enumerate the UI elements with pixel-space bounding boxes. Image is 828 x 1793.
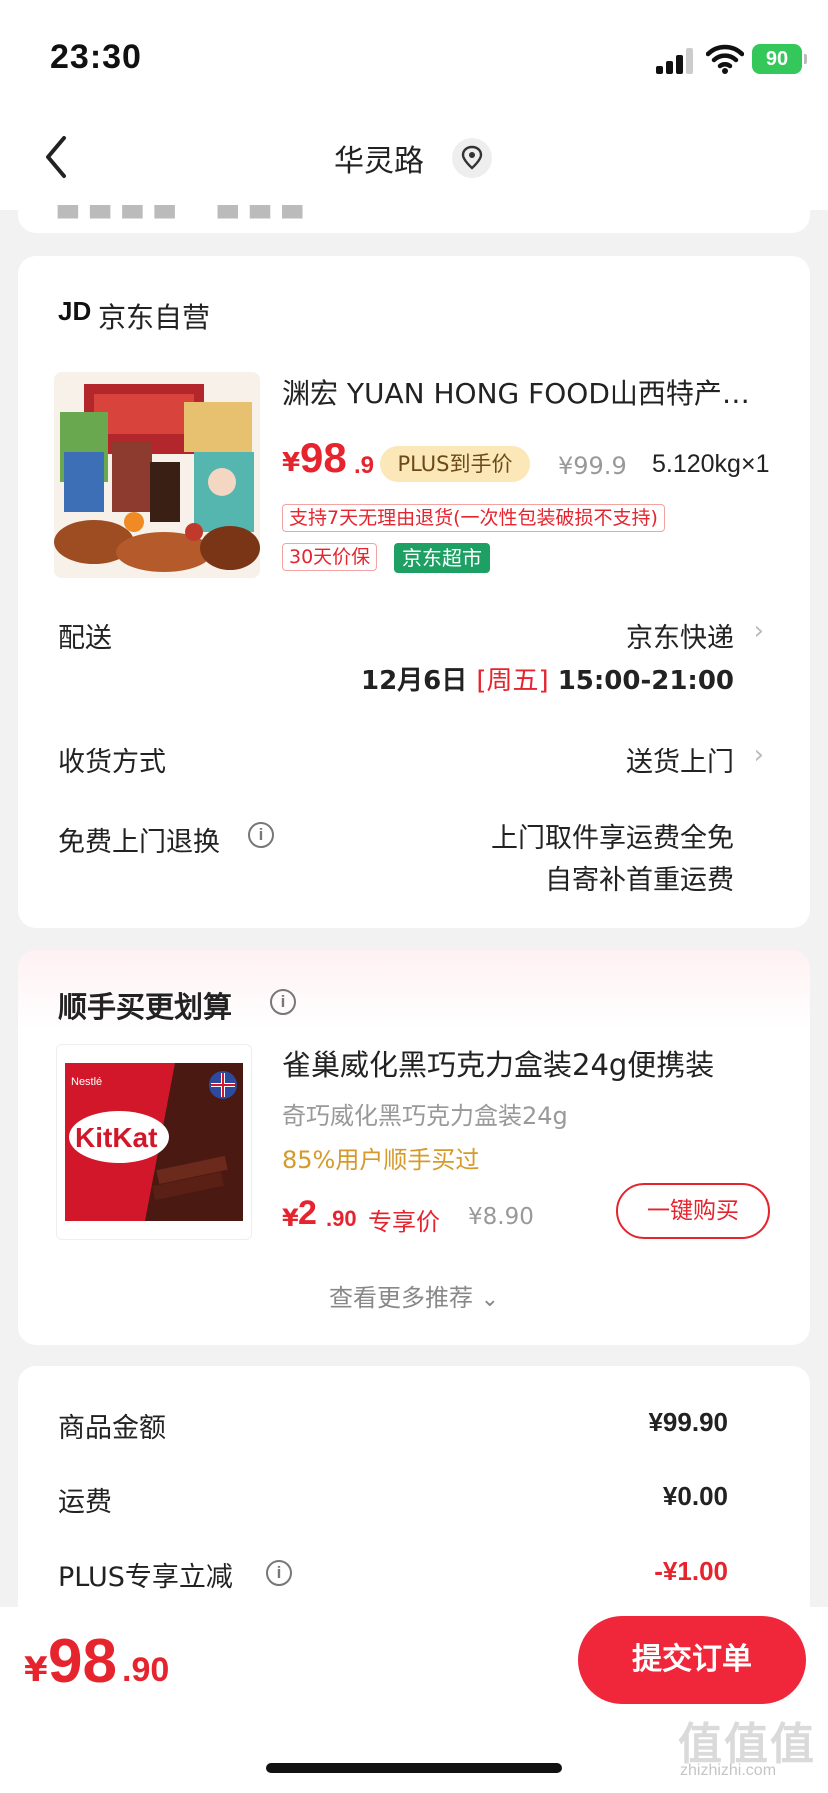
address-card-partial: █ █ █ █ █ █ █ [18, 205, 810, 233]
goods-amount-label: 商品金额 [58, 1413, 166, 1444]
shipping-fee-label: 运费 [58, 1487, 112, 1518]
wifi-icon [705, 44, 745, 74]
free-return-info-icon[interactable]: i [248, 822, 274, 848]
product-title[interactable]: 渊宏 YUAN HONG FOOD山西特产… [282, 372, 772, 412]
home-indicator[interactable] [266, 1763, 562, 1773]
price-protection-tag: 30天价保 [282, 543, 378, 571]
see-more-recommendations[interactable]: 查看更多推荐 ⌄ [0, 1278, 828, 1313]
total-decimal: .90 [122, 1651, 170, 1689]
product-image[interactable] [54, 372, 260, 578]
delivery-label: 配送 [58, 623, 112, 654]
return-policy-tag: 支持7天无理由退货(一次性包装破损不支持) [282, 504, 665, 532]
battery-icon: 90 [752, 44, 807, 74]
price-symbol: ¥ [282, 448, 301, 478]
kitkat-logo: KitKat [75, 1122, 157, 1153]
free-return-label: 免费上门退换 [58, 827, 220, 858]
cut-off-text: █ █ █ █ █ █ █ [58, 205, 304, 219]
watermark-url: zhizhizhi.com [680, 1762, 777, 1779]
addon-price-decimal: .90 [326, 1206, 357, 1231]
original-price: ¥99.9 [558, 452, 627, 480]
shipping-fee-value: ¥0.00 [662, 1481, 728, 1511]
location-pin-icon[interactable] [452, 138, 492, 178]
weight-quantity: 5.120kg×1 [652, 450, 770, 478]
submit-order-button[interactable]: 提交订单 [578, 1616, 806, 1704]
receive-chevron-icon[interactable]: › [754, 740, 764, 770]
delivery-chevron-icon[interactable]: › [754, 616, 764, 646]
addon-price-integer: 2 [298, 1194, 317, 1232]
addon-original-price: ¥8.90 [468, 1204, 534, 1230]
chevron-down-icon: ⌄ [480, 1287, 500, 1312]
goods-amount-value: ¥99.90 [648, 1407, 728, 1437]
delivery-time: 12月6日 [周五] 15:00-21:00 [361, 660, 734, 697]
plus-discount-info-icon[interactable]: i [266, 1560, 292, 1586]
receive-method-label: 收货方式 [58, 747, 166, 778]
kitkat-product-image[interactable]: Nestlé KitKat [56, 1044, 252, 1240]
nestle-logo: Nestlé [71, 1076, 102, 1088]
jd-logo: JD [58, 296, 92, 326]
see-more-label: 查看更多推荐 [328, 1284, 473, 1312]
delivery-time-range: 15:00-21:00 [557, 666, 734, 696]
addon-info-icon[interactable]: i [270, 989, 296, 1015]
delivery-carrier[interactable]: 京东快递 [626, 616, 734, 655]
price-integer: 98 [300, 434, 347, 481]
total-symbol: ¥ [24, 1650, 48, 1690]
delivery-weekday: [周五] [476, 666, 549, 696]
free-return-line2: 自寄补首重运费 [545, 865, 734, 896]
address-title[interactable]: 华灵路 [0, 136, 828, 180]
addon-exclusive-label: 专享价 [368, 1208, 440, 1236]
plus-discount-value: -¥1.00 [654, 1556, 728, 1586]
addon-product-name[interactable]: 雀巢威化黑巧克力盒装24g便携装 [282, 1042, 714, 1084]
delivery-date: 12月6日 [360, 666, 468, 696]
plus-discount-label: PLUS专享立减 [58, 1562, 233, 1593]
addon-popularity: 85%用户顺手买过 [282, 1146, 480, 1174]
status-time: 23:30 [50, 38, 142, 76]
plus-price-badge: PLUS到手价 [380, 446, 530, 482]
addon-price-symbol: ¥ [282, 1204, 299, 1232]
addon-title: 顺手买更划算 [58, 990, 233, 1024]
cellular-signal-icon [656, 48, 694, 74]
receive-method-value[interactable]: 送货上门 [626, 740, 734, 779]
total-integer: 98 [48, 1627, 117, 1696]
free-return-line1: 上门取件享运费全免 [491, 823, 734, 854]
price-decimal: .9 [354, 452, 375, 479]
supermarket-tag: 京东超市 [394, 543, 490, 573]
addon-product-subtitle: 奇巧威化黑巧克力盒装24g [282, 1102, 568, 1130]
one-click-buy-button[interactable]: 一键购买 [616, 1183, 770, 1239]
shop-name: 京东自营 [98, 301, 211, 334]
